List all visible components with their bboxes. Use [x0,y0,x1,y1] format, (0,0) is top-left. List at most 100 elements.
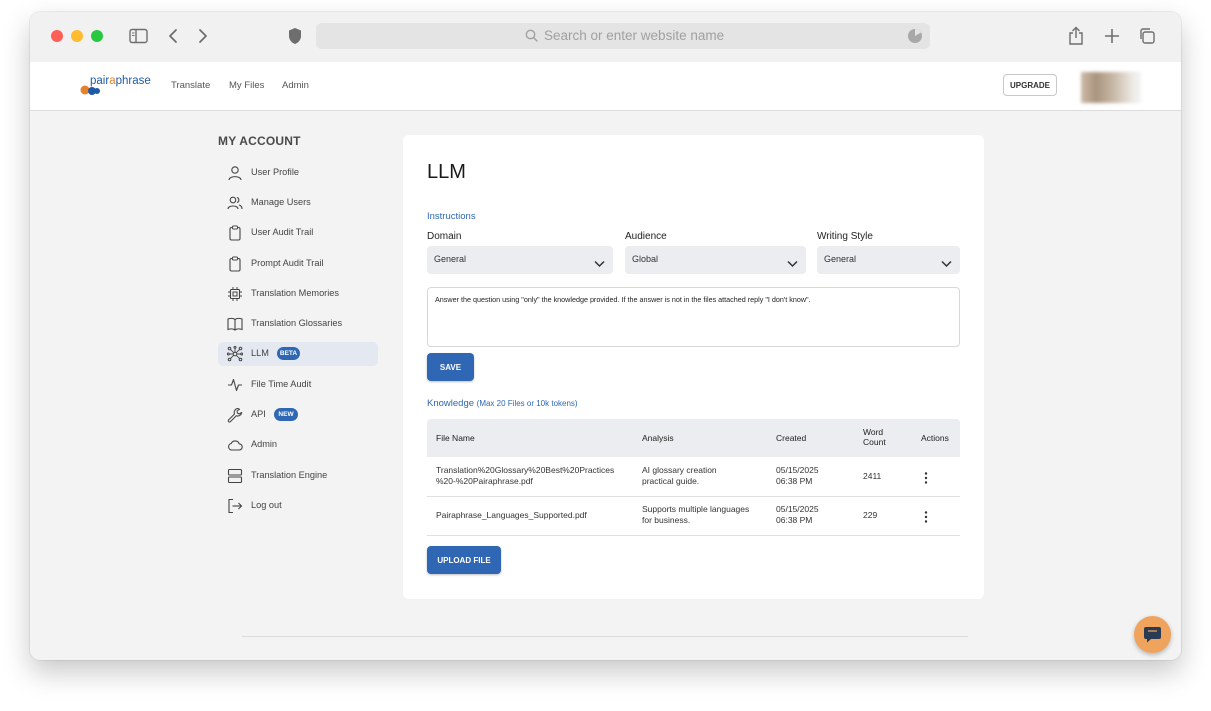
llm-settings-card: LLM Instructions Domain General Audience… [403,135,984,599]
analysis-cell: Supports multiple languages for business. [642,504,750,525]
chat-widget-button[interactable] [1134,616,1171,653]
nav-my-files[interactable]: My Files [229,80,264,91]
network-nodes-icon [226,345,244,362]
column-header-analysis: Analysis [642,433,674,443]
upgrade-button[interactable]: UPGRADE [1003,74,1057,96]
more-actions-icon[interactable] [924,510,928,528]
sidebar-item-translation-memories[interactable]: Translation Memories [218,282,378,306]
audience-label: Audience [625,231,667,242]
clipboard-icon [227,256,243,272]
created-cell: 05/15/2025 06:38 PM [776,465,819,486]
page-title: LLM [427,161,466,183]
file-name-cell[interactable]: Translation%20Glossary%20Best%20Practice… [436,465,614,486]
sidebar-item-file-time-audit[interactable]: File Time Audit [218,373,378,397]
sidebar-item-label: Translation Glossaries [251,318,343,328]
sidebar-item-label: Manage Users [251,197,311,207]
wrench-icon [227,407,243,423]
column-header-word-count: Word Count [863,427,886,448]
writing-style-select[interactable]: General [817,246,960,274]
sidebar-item-label: Translation Engine [251,470,328,480]
analysis-cell: AI glossary creation practical guide. [642,465,717,486]
chat-bubble-icon [1143,625,1162,649]
column-header-file-name: File Name [436,433,475,443]
word-count-cell: 229 [863,510,878,520]
server-icon [227,468,243,484]
more-actions-icon[interactable] [924,471,928,489]
avatar[interactable] [1081,72,1141,103]
instructions-text: Answer the question using "only" the kno… [435,295,811,304]
created-cell: 05/15/2025 06:38 PM [776,504,819,525]
privacy-shield-icon[interactable] [288,27,302,50]
sidebar-item-label: User Profile [251,167,299,177]
domain-label: Domain [427,231,462,242]
sidebar-item-label: Admin [251,439,278,449]
chevron-down-icon [941,255,952,273]
sidebar-title: MY ACCOUNT [218,134,301,148]
domain-select-value: General [434,254,467,264]
table-row: Pairaphrase_Languages_Supported.pdf Supp… [427,496,960,536]
sidebar-item-manage-users[interactable]: Manage Users [218,191,378,215]
column-header-created: Created [776,433,807,443]
new-badge: NEW [274,408,298,421]
sidebar-item-label: Prompt Audit Trail [251,258,324,268]
address-bar[interactable]: Search or enter website name [316,23,930,49]
knowledge-heading: Knowledge (Max 20 Files or 10k tokens) [427,398,578,409]
beta-badge: BETA [277,347,300,360]
domain-select[interactable]: General [427,246,613,274]
logo-text[interactable]: pairaphrase [90,75,151,87]
table-header: File Name Analysis Created Word Count Act… [427,419,960,457]
instructions-textarea[interactable]: Answer the question using "only" the kno… [427,287,960,347]
chevron-down-icon [787,255,798,273]
sidebar-item-user-profile[interactable]: User Profile [218,161,378,185]
upload-file-button[interactable]: UPLOAD FILE [427,546,501,574]
sidebar-item-log-out[interactable]: Log out [218,494,378,518]
knowledge-limit-note: (Max 20 Files or 10k tokens) [476,399,578,408]
column-header-actions: Actions [921,433,949,443]
back-arrow-icon[interactable] [168,28,178,49]
sidebar-item-translation-engine[interactable]: Translation Engine [218,464,378,488]
activity-icon [227,377,243,393]
word-count-cell: 2411 [863,471,882,481]
address-bar-placeholder: Search or enter website name [544,28,725,43]
browser-toolbar: Search or enter website name [30,12,1181,62]
file-name-cell[interactable]: Pairaphrase_Languages_Supported.pdf [436,510,587,521]
clipboard-icon [227,225,243,241]
sidebar-toggle-icon[interactable] [129,28,148,49]
sidebar-item-label: Log out [251,500,282,510]
sidebar-item-admin[interactable]: Admin [218,433,378,457]
page-loading-icon [907,28,923,49]
search-icon [525,29,538,47]
cloud-icon [227,437,243,453]
writing-style-label: Writing Style [817,231,873,242]
sidebar-item-label: Translation Memories [251,288,339,298]
book-icon [227,316,243,332]
users-icon [227,195,243,211]
forward-arrow-icon[interactable] [198,28,208,49]
logout-icon [227,498,243,514]
save-button[interactable]: SAVE [427,353,474,381]
cpu-chip-icon [227,286,243,302]
nav-translate[interactable]: Translate [171,80,210,91]
user-icon [227,165,243,181]
writing-style-select-value: General [824,254,857,264]
chevron-down-icon [594,255,605,273]
tab-overview-icon[interactable] [1138,27,1156,50]
audience-select[interactable]: Global [625,246,806,274]
share-icon[interactable] [1068,26,1084,51]
zoom-window-button[interactable] [91,30,103,42]
close-window-button[interactable] [51,30,63,42]
minimize-window-button[interactable] [71,30,83,42]
sidebar-item-prompt-audit-trail[interactable]: Prompt Audit Trail [218,252,378,276]
browser-window: Search or enter website name pairaphrase… [30,12,1181,660]
sidebar-item-user-audit-trail[interactable]: User Audit Trail [218,221,378,245]
table-row: Translation%20Glossary%20Best%20Practice… [427,457,960,497]
sidebar-item-translation-glossaries[interactable]: Translation Glossaries [218,312,378,336]
sidebar-item-label: File Time Audit [251,379,312,389]
app-header: pairaphrase Translate My Files Admin UPG… [30,62,1181,111]
sidebar-item-llm[interactable]: LLM BETA [218,342,378,366]
new-tab-plus-icon[interactable] [1104,28,1120,49]
nav-admin[interactable]: Admin [282,80,309,91]
audience-select-value: Global [632,254,659,264]
instructions-heading: Instructions [427,211,476,222]
sidebar-item-api[interactable]: API NEW [218,403,378,427]
